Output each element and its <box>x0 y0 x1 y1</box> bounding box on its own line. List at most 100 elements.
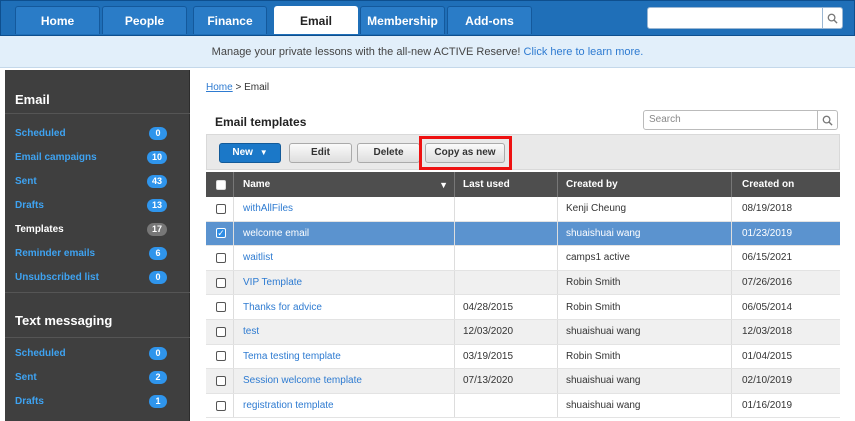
template-name-link[interactable]: waitlist <box>233 246 454 270</box>
table-row[interactable]: ✓ welcome email shuaishuai wang 01/23/20… <box>206 221 840 247</box>
table-header: Name ▼ Last used Created by Created on <box>206 172 840 197</box>
breadcrumb-separator: > <box>235 82 242 93</box>
created-by-cell: shuaishuai wang <box>557 393 731 418</box>
last-used-cell <box>454 270 557 295</box>
row-checkbox[interactable] <box>216 203 226 214</box>
table-row[interactable]: Session welcome template 07/13/2020 shua… <box>206 369 840 394</box>
delete-button[interactable]: Delete <box>357 143 420 163</box>
promo-banner: Manage your private lessons with the all… <box>0 36 855 68</box>
last-used-cell <box>454 197 557 221</box>
caret-down-icon: ▼ <box>259 148 268 157</box>
banner-link[interactable]: Click here to learn more. <box>524 46 644 58</box>
table-row[interactable]: registration template shuaishuai wang 01… <box>206 393 840 419</box>
sidebar-item-email-campaigns[interactable]: Email campaigns 10 <box>5 146 190 170</box>
row-checkbox[interactable] <box>216 326 226 337</box>
created-by-cell: Robin Smith <box>557 270 731 295</box>
tab-people[interactable]: People <box>102 6 187 34</box>
sidebar-item-label: Scheduled <box>15 348 66 359</box>
last-used-cell <box>454 393 557 418</box>
template-name-link[interactable]: test <box>233 319 454 344</box>
new-button-label: New <box>232 147 253 158</box>
tab-membership[interactable]: Membership <box>360 6 445 34</box>
top-nav: Home People Finance Email Membership Add… <box>0 0 855 36</box>
sidebar-item-text-sent[interactable]: Sent 2 <box>5 366 190 390</box>
row-checkbox[interactable]: ✓ <box>216 228 226 239</box>
template-name-link[interactable]: Tema testing template <box>233 344 454 369</box>
last-used-cell: 12/03/2020 <box>454 319 557 344</box>
count-badge: 0 <box>149 127 167 140</box>
global-search-button[interactable] <box>823 7 843 29</box>
row-checkbox[interactable] <box>216 375 226 386</box>
table-row[interactable]: test 12/03/2020 shuaishuai wang 12/03/20… <box>206 319 840 345</box>
template-name-link[interactable]: welcome email <box>233 221 454 246</box>
created-by-cell: Robin Smith <box>557 344 731 369</box>
edit-button[interactable]: Edit <box>289 143 352 163</box>
count-badge: 1 <box>149 395 167 408</box>
select-all-checkbox[interactable] <box>216 179 226 190</box>
search-icon <box>827 13 838 24</box>
row-checkbox[interactable] <box>216 302 226 313</box>
count-badge: 0 <box>149 271 167 284</box>
new-button[interactable]: New ▼ <box>219 143 281 163</box>
table-row[interactable]: waitlist camps1 active 06/15/2021 <box>206 246 840 271</box>
sidebar: Email Scheduled 0 Email campaigns 10 Sen… <box>5 70 190 421</box>
count-badge: 43 <box>146 175 167 188</box>
tab-finance[interactable]: Finance <box>193 6 267 34</box>
row-checkbox[interactable] <box>216 252 226 263</box>
template-search-button[interactable] <box>818 110 838 130</box>
row-checkbox[interactable] <box>216 277 226 288</box>
table-row[interactable]: Thanks for advice 04/28/2015 Robin Smith… <box>206 295 840 320</box>
sidebar-item-reminder-emails[interactable]: Reminder emails 6 <box>5 242 190 266</box>
row-checkbox[interactable] <box>216 351 226 362</box>
header-created-by[interactable]: Created by <box>557 172 731 197</box>
tab-home[interactable]: Home <box>15 6 100 34</box>
sidebar-item-label: Templates <box>15 224 64 235</box>
template-toolbar: New ▼ Edit Delete Copy as new <box>206 134 840 170</box>
breadcrumb-home[interactable]: Home <box>206 82 233 93</box>
created-by-cell: Robin Smith <box>557 295 731 319</box>
last-used-cell: 04/28/2015 <box>454 295 557 319</box>
sidebar-item-scheduled[interactable]: Scheduled 0 <box>5 122 190 146</box>
sidebar-item-templates[interactable]: Templates 17 <box>5 218 190 242</box>
sidebar-item-label: Sent <box>15 372 37 383</box>
created-on-cell: 06/15/2021 <box>731 246 840 270</box>
sidebar-item-label: Email campaigns <box>15 152 97 163</box>
template-name-link[interactable]: Session welcome template <box>233 369 454 393</box>
count-badge: 2 <box>149 371 167 384</box>
created-on-cell: 02/10/2019 <box>731 369 840 393</box>
sidebar-item-sent[interactable]: Sent 43 <box>5 170 190 194</box>
count-badge: 6 <box>149 247 167 260</box>
sidebar-item-label: Sent <box>15 176 37 187</box>
sidebar-item-drafts[interactable]: Drafts 13 <box>5 194 190 218</box>
template-name-link[interactable]: withAllFiles <box>233 197 454 221</box>
last-used-cell: 03/19/2015 <box>454 344 557 369</box>
table-row[interactable]: VIP Template Robin Smith 07/26/2016 <box>206 270 840 296</box>
last-used-cell <box>454 221 557 246</box>
header-created-on[interactable]: Created on <box>731 172 840 197</box>
table-row[interactable]: Tema testing template 03/19/2015 Robin S… <box>206 344 840 370</box>
created-on-cell: 01/04/2015 <box>731 344 840 369</box>
sidebar-heading-email: Email <box>5 70 190 114</box>
template-name-link[interactable]: registration template <box>233 393 454 418</box>
tab-email[interactable]: Email <box>274 6 358 34</box>
sidebar-item-text-drafts[interactable]: Drafts 1 <box>5 390 190 414</box>
sidebar-item-label: Unsubscribed list <box>15 272 99 283</box>
sidebar-item-text-scheduled[interactable]: Scheduled 0 <box>5 342 190 366</box>
header-label: Name <box>243 179 271 190</box>
header-name[interactable]: Name ▼ <box>233 172 454 197</box>
sidebar-item-unsubscribed-list[interactable]: Unsubscribed list 0 <box>5 266 190 290</box>
count-badge: 10 <box>146 151 167 164</box>
tab-add-ons[interactable]: Add-ons <box>447 6 532 34</box>
sidebar-item-label: Reminder emails <box>15 248 96 259</box>
sidebar-item-label: Scheduled <box>15 128 66 139</box>
template-name-link[interactable]: VIP Template <box>233 270 454 295</box>
search-icon <box>822 115 833 126</box>
header-last-used[interactable]: Last used <box>454 172 557 197</box>
global-search-input[interactable] <box>647 7 823 29</box>
templates-table: Name ▼ Last used Created by Created on w… <box>206 172 840 419</box>
template-name-link[interactable]: Thanks for advice <box>233 295 454 319</box>
template-search-input[interactable]: Search <box>643 110 818 130</box>
table-row[interactable]: withAllFiles Kenji Cheung 08/19/2018 <box>206 197 840 222</box>
sidebar-heading-text-messaging: Text messaging <box>5 292 190 338</box>
row-checkbox[interactable] <box>216 400 226 411</box>
